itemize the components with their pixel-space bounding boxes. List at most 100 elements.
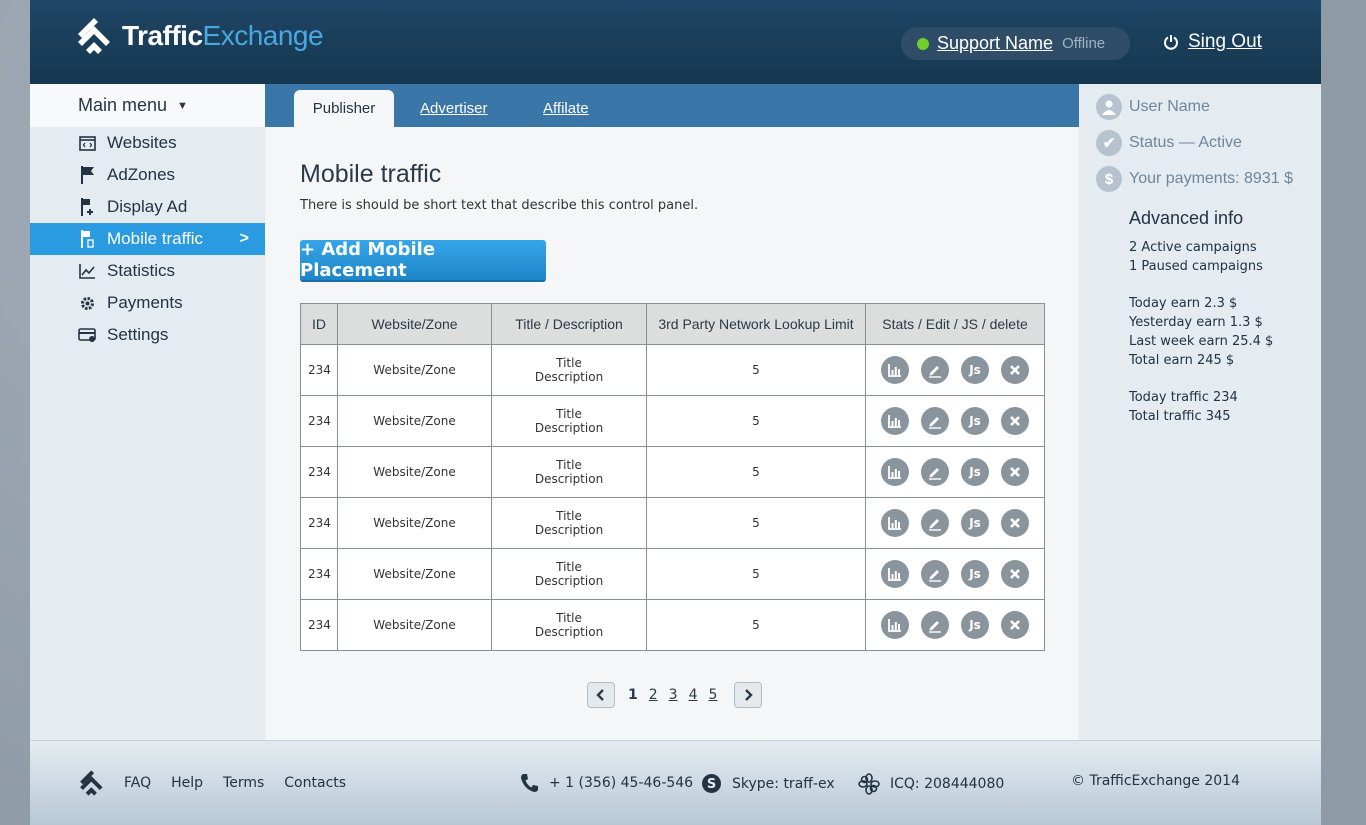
stats-button[interactable]	[881, 407, 909, 435]
edit-button[interactable]	[921, 560, 949, 588]
sidebar-item-settings[interactable]: Settings	[30, 319, 265, 351]
cell-title-description: Title Description	[491, 497, 647, 549]
add-mobile-placement-button[interactable]: + Add Mobile Placement	[300, 239, 546, 281]
cell-zone: Website/Zone	[337, 548, 492, 600]
delete-button[interactable]	[1001, 611, 1029, 639]
js-button[interactable]: Js	[961, 509, 989, 537]
tab-bar: Publisher Advertiser Affilate	[265, 84, 1079, 127]
sidebar-item-mobile-traffic[interactable]: Mobile traffic >	[30, 223, 265, 255]
js-button[interactable]: Js	[961, 407, 989, 435]
edit-button[interactable]	[921, 611, 949, 639]
tab-affilate[interactable]: Affilate	[543, 90, 589, 127]
advanced-info-title: Advanced info	[1129, 208, 1244, 228]
column-header-zone[interactable]: Website/Zone	[337, 303, 492, 345]
header: TrafficExchange Support Name Offline Sin…	[30, 0, 1321, 84]
signout-button[interactable]: Sing Out	[1163, 31, 1262, 53]
payments-total: Your payments: 8931 $	[1129, 170, 1293, 187]
tab-advertiser[interactable]: Advertiser	[420, 90, 488, 127]
copyright-text: © TrafficExchange 2014	[1071, 773, 1240, 789]
row-actions: Js	[866, 407, 1044, 435]
edit-button[interactable]	[921, 407, 949, 435]
sidebar-item-adzones[interactable]: AdZones	[30, 159, 265, 191]
sidebar-item-payments[interactable]: Payments	[30, 287, 265, 319]
js-button[interactable]: Js	[961, 611, 989, 639]
delete-button[interactable]	[1001, 509, 1029, 537]
sidebar-item-label: Statistics	[107, 261, 176, 280]
page-link-2[interactable]: 2	[649, 687, 658, 703]
stats-button[interactable]	[881, 458, 909, 486]
support-widget[interactable]: Support Name Offline	[901, 27, 1130, 60]
edit-button[interactable]	[921, 356, 949, 384]
brand-name-light: Exchange	[202, 20, 324, 51]
page-link-1[interactable]: 1	[628, 687, 638, 703]
footer-link-terms[interactable]: Terms	[223, 775, 264, 791]
cell-title: Title	[556, 458, 582, 472]
cell-description: Description	[534, 472, 604, 486]
js-button[interactable]: Js	[961, 458, 989, 486]
icq-flower-icon	[858, 773, 880, 795]
tab-publisher[interactable]: Publisher	[294, 90, 394, 127]
footer-link-help[interactable]: Help	[171, 775, 203, 791]
dollar-icon: $	[1096, 166, 1122, 192]
js-button[interactable]: Js	[961, 560, 989, 588]
next-page-button[interactable]	[734, 682, 763, 708]
js-button[interactable]: Js	[961, 356, 989, 384]
delete-button[interactable]	[1001, 560, 1029, 588]
chart-line-icon	[78, 262, 96, 280]
page-link-4[interactable]: 4	[689, 687, 698, 703]
delete-button[interactable]	[1001, 407, 1029, 435]
stats-button[interactable]	[881, 560, 909, 588]
cell-title: Title	[556, 407, 582, 421]
delete-button[interactable]	[1001, 458, 1029, 486]
page-link-3[interactable]: 3	[669, 687, 678, 703]
footer-link-contacts[interactable]: Contacts	[284, 775, 346, 791]
sidebar: Main menu ▼ Websites AdZones Display Ad …	[30, 84, 265, 740]
pencil-icon	[927, 464, 943, 480]
js-icon: Js	[969, 618, 981, 632]
column-header-limit[interactable]: 3rd Party Network Lookup Limit	[646, 303, 866, 345]
close-icon	[1007, 617, 1023, 633]
edit-button[interactable]	[921, 509, 949, 537]
cell-title-description: Title Description	[491, 395, 647, 447]
page-link-5[interactable]: 5	[709, 687, 718, 703]
pencil-icon	[927, 566, 943, 582]
cell-title: Title	[556, 611, 582, 625]
sidebar-item-label: Settings	[107, 325, 169, 344]
column-header-id[interactable]: ID	[300, 303, 338, 345]
cell-actions: Js	[865, 497, 1045, 549]
column-header-title[interactable]: Title / Description	[491, 303, 647, 345]
user-name[interactable]: User Name	[1129, 98, 1210, 116]
main-menu-toggle[interactable]: Main menu ▼	[30, 84, 265, 127]
footer-link-faq[interactable]: FAQ	[124, 775, 151, 791]
traffic-info: Today traffic 234 Total traffic 345	[1129, 388, 1238, 426]
delete-button[interactable]	[1001, 356, 1029, 384]
brand-name-bold: Traffic	[122, 20, 203, 51]
cell-limit: 5	[646, 599, 866, 651]
pencil-icon	[927, 413, 943, 429]
sidebar-item-statistics[interactable]: Statistics	[30, 255, 265, 287]
sidebar-item-display-ad[interactable]: Display Ad	[30, 191, 265, 223]
cell-id: 234	[300, 344, 338, 396]
logo[interactable]: TrafficExchange	[76, 16, 324, 56]
stats-button[interactable]	[881, 611, 909, 639]
page-numbers: 1 2 3 4 5	[628, 687, 717, 703]
stats-button[interactable]	[881, 509, 909, 537]
card-icon	[78, 326, 96, 344]
pencil-icon	[927, 362, 943, 378]
cell-actions: Js	[865, 446, 1045, 498]
chevron-down-icon: ▼	[177, 99, 188, 112]
table-row: 234 Website/Zone Title Description 5 Js	[300, 344, 1045, 396]
sidebar-item-label: Display Ad	[107, 197, 188, 216]
sidebar-item-websites[interactable]: Websites	[30, 127, 265, 159]
cell-title-description: Title Description	[491, 344, 647, 396]
cell-id: 234	[300, 446, 338, 498]
gear-icon	[78, 294, 96, 312]
edit-button[interactable]	[921, 458, 949, 486]
stats-button[interactable]	[881, 356, 909, 384]
support-name-link[interactable]: Support Name	[937, 33, 1053, 54]
footer-logo-icon[interactable]	[78, 769, 106, 797]
cell-actions: Js	[865, 599, 1045, 651]
chevron-left-icon	[596, 689, 604, 701]
row-actions: Js	[866, 560, 1044, 588]
prev-page-button[interactable]	[587, 682, 615, 708]
